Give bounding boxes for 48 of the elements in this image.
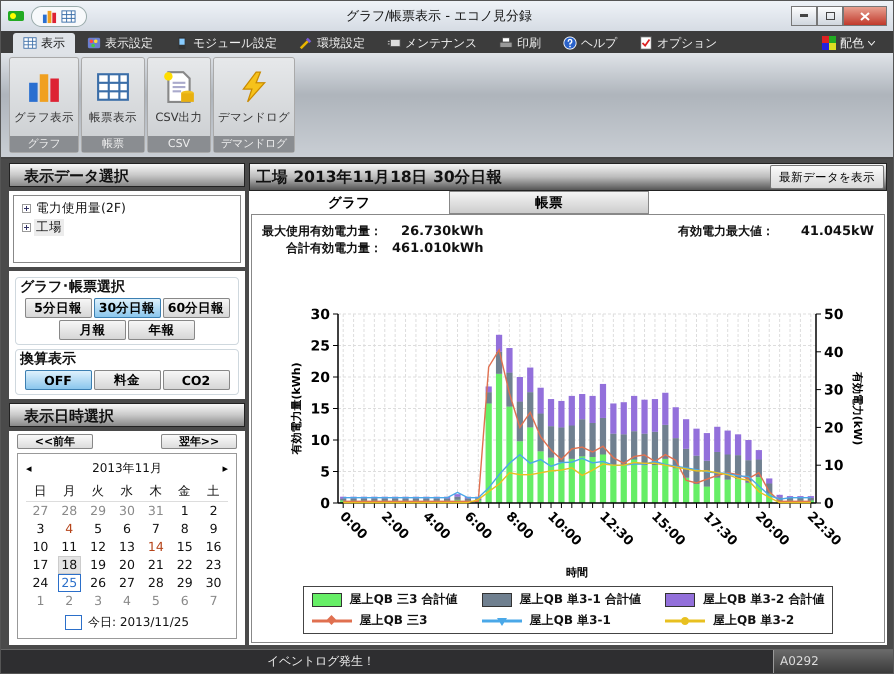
legend-label: 屋上QB 単3-1: [530, 612, 611, 629]
status-message: イベントログ発生！: [266, 653, 376, 670]
axis-tick-label: 10: [310, 433, 330, 449]
axis-tick-label: 30: [824, 382, 844, 399]
legend-label: 屋上QB 単3-2 合計値: [703, 591, 824, 608]
summary-label: 最大使用有効電力量：: [262, 223, 382, 240]
ribbon-group-label: 帳票: [82, 136, 144, 152]
ribbon-group-label: グラフ: [10, 136, 78, 152]
axis-title: 有効電力量(kWh): [290, 362, 303, 455]
summary-label: 合計有効電力量：: [285, 240, 382, 257]
summary-value: 26.730kWh: [400, 224, 484, 239]
axis-tick-label: 20: [824, 420, 844, 436]
summary-value: 461.010kWh: [392, 241, 484, 256]
axis-tick-label: 0: [824, 496, 834, 512]
axis-tick-label: 5: [320, 464, 330, 480]
legend-label: 屋上QB 単3-1 合計値: [520, 591, 642, 608]
axis-tick-label: 40: [824, 344, 844, 361]
ribbon-group-label: CSV: [148, 136, 210, 152]
axis-tick-label: 10: [824, 458, 844, 474]
axis-tick-label: 15: [310, 402, 330, 418]
summary-value: 41.045kW: [800, 224, 874, 239]
group-title: 換算表示: [20, 350, 76, 368]
window-title: グラフ/帳票表示 - エコノ見分録: [344, 8, 534, 25]
axis-title: 有効電力(kW): [851, 372, 864, 446]
month-label: 2013年11月: [92, 460, 162, 477]
axis-tick-label: 20: [310, 370, 330, 386]
axis-tick-label: 30: [310, 307, 330, 323]
axis-title: 時間: [566, 566, 588, 579]
section-header: 表示データ選択: [9, 163, 245, 187]
weekday-label: 土: [199, 483, 228, 502]
weekday-label: 木: [141, 483, 170, 502]
axis-tick-label: 50: [824, 307, 844, 323]
ribbon-group-label: デマンドログ: [214, 136, 294, 152]
axis-tick-label: 25: [310, 338, 330, 354]
summary-label: 有効電力最大値：: [678, 223, 774, 240]
legend-label: 屋上QB 単3-2: [713, 612, 794, 629]
weekday-label: 金: [170, 483, 200, 502]
axis-tick-label: 0: [320, 496, 330, 512]
legend-label: 屋上QB 三3 合計値: [350, 591, 458, 608]
weekday-label: 火: [84, 483, 113, 502]
legend-label: 屋上QB 三3: [360, 612, 428, 629]
report-title: 工場 2013年11月18日 30分日報: [255, 166, 504, 188]
section-header: 表示日時選択: [9, 403, 245, 427]
group-title: グラフ･帳票選択: [20, 278, 125, 296]
weekday-label: 水: [112, 483, 142, 502]
weekday-label: 月: [54, 483, 84, 502]
weekday-label: 日: [26, 483, 55, 502]
status-code: A0292: [773, 650, 893, 673]
